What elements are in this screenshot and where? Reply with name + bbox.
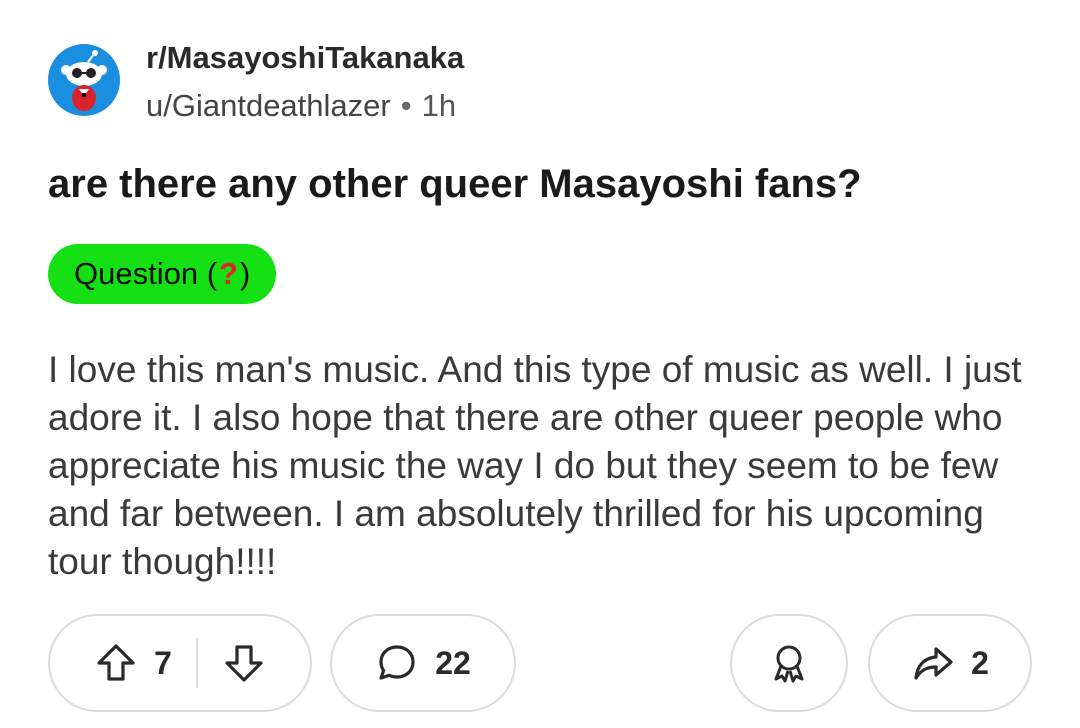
upvote-arrow-icon[interactable] — [94, 641, 138, 685]
question-mark-emoji-icon: ? — [219, 256, 238, 291]
post-flair[interactable]: Question (?) — [48, 244, 277, 304]
share-count: 2 — [971, 644, 989, 681]
vote-control: 7 — [48, 614, 312, 712]
post-title[interactable]: are there any other queer Masayoshi fans… — [48, 162, 862, 207]
post-meta: u/Giantdeathlazer • 1h — [146, 88, 456, 124]
post-body: I love this man's music. And this type o… — [48, 349, 1022, 582]
comments-button[interactable]: 22 — [330, 614, 516, 712]
comment-count: 22 — [435, 644, 471, 681]
subreddit-name[interactable]: r/MasayoshiTakanaka — [146, 40, 464, 76]
vote-divider — [195, 638, 198, 688]
vote-count: 7 — [154, 644, 172, 681]
flair-label: Question ( — [74, 256, 218, 291]
reddit-snoo-icon — [48, 44, 120, 116]
flair-label-end: ) — [239, 256, 251, 291]
downvote-arrow-icon[interactable] — [222, 641, 266, 685]
share-arrow-icon — [911, 641, 955, 685]
award-ribbon-icon — [767, 641, 811, 685]
share-button[interactable]: 2 — [868, 614, 1032, 712]
author-name[interactable]: u/Giantdeathlazer — [146, 88, 391, 123]
comment-bubble-icon — [375, 641, 419, 685]
meta-separator: • — [400, 88, 412, 123]
subreddit-avatar[interactable] — [48, 44, 120, 116]
post-age: 1h — [421, 88, 457, 123]
award-button[interactable] — [730, 614, 848, 712]
